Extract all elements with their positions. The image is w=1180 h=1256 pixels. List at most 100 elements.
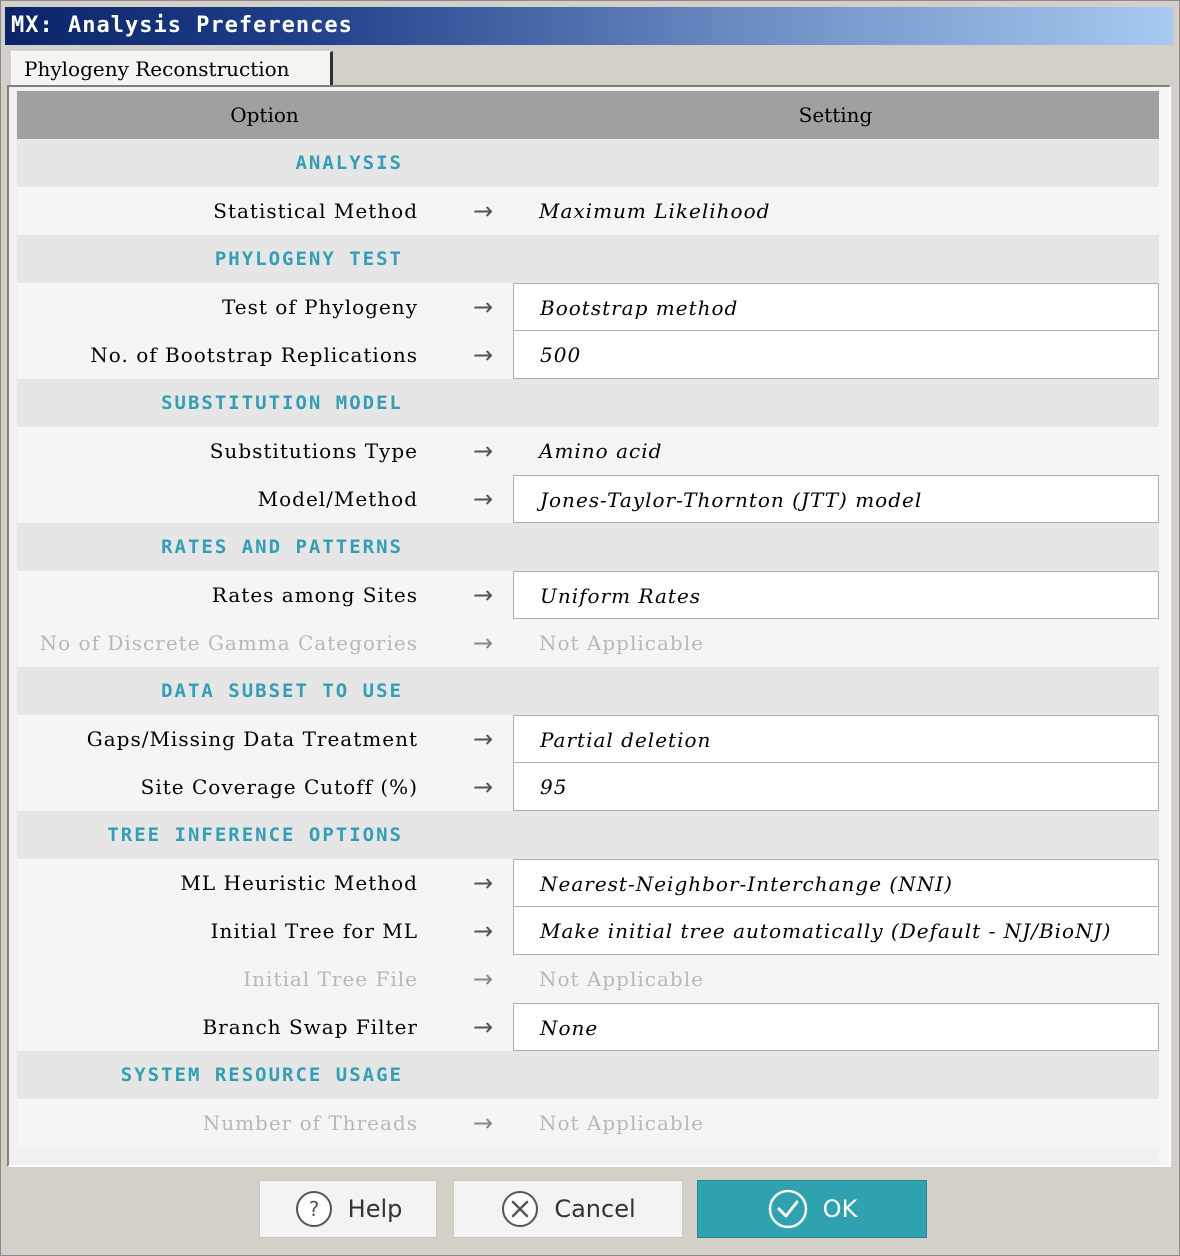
section-phylogeny-test: PHYLOGENY TEST — [17, 235, 1159, 283]
arrow-right-icon: → — [473, 1109, 494, 1137]
option-row-initial-tree-file: Initial Tree File → Not Applicable — [17, 955, 1159, 1003]
grid-header: Option Setting — [17, 91, 1159, 139]
arrow-right-icon: → — [473, 917, 494, 945]
option-label: Branch Swap Filter — [202, 1015, 418, 1039]
setting-value: Amino acid — [539, 439, 663, 463]
setting-value: Not Applicable — [539, 631, 704, 655]
arrow-right-icon: → — [473, 581, 494, 609]
option-label: Site Coverage Cutoff (%) — [140, 775, 418, 799]
help-label: Help — [347, 1195, 403, 1223]
setting-value: 95 — [540, 775, 568, 799]
option-row-ml-heuristic-method: ML Heuristic Method → Nearest-Neighbor-Int… — [17, 859, 1159, 907]
section-label: TREE INFERENCE OPTIONS — [107, 824, 403, 846]
scroll-gutter — [1159, 87, 1169, 1165]
option-row-site-coverage-cutoff: Site Coverage Cutoff (%) → 95 — [17, 763, 1159, 811]
setting-value: Partial deletion — [540, 728, 712, 752]
option-label: Model/Method — [257, 487, 418, 511]
cancel-button[interactable]: Cancel — [453, 1180, 683, 1238]
tab-phylogeny-reconstruction[interactable]: Phylogeny Reconstruction — [11, 51, 333, 89]
setting-value: 500 — [540, 343, 582, 367]
window-title: MX: Analysis Preferences — [5, 7, 1173, 45]
setting-field[interactable]: 95 — [513, 763, 1159, 811]
tab-bar: Phylogeny Reconstruction — [7, 47, 1167, 89]
arrow-right-icon: → — [473, 341, 494, 369]
section-label: SUBSTITUTION MODEL — [161, 392, 403, 414]
options-grid: Option Setting ANALYSIS Statistical Metho… — [17, 91, 1159, 1147]
check-icon — [767, 1188, 809, 1230]
arrow-right-icon: → — [473, 773, 494, 801]
cancel-label: Cancel — [554, 1195, 636, 1223]
arrow-right-icon: → — [473, 629, 494, 657]
setting-value: Not Applicable — [539, 967, 704, 991]
ok-button[interactable]: OK — [697, 1180, 927, 1238]
setting-value: Nearest-Neighbor-Interchange (NNI) — [540, 872, 953, 896]
setting-field[interactable]: 500 — [513, 331, 1159, 379]
option-row-gaps-missing-data-treatment: Gaps/Missing Data Treatment → Partial dele… — [17, 715, 1159, 763]
setting-value: Jones-Taylor-Thornton (JTT) model — [540, 488, 923, 512]
setting-field[interactable]: Nearest-Neighbor-Interchange (NNI) — [513, 859, 1159, 907]
arrow-right-icon: → — [473, 485, 494, 513]
setting-field[interactable]: Partial deletion — [513, 715, 1159, 763]
section-tree-inference-options: TREE INFERENCE OPTIONS — [17, 811, 1159, 859]
help-button[interactable]: ? Help — [259, 1180, 437, 1238]
arrow-right-icon: → — [473, 965, 494, 993]
arrow-right-icon: → — [473, 869, 494, 897]
arrow-right-icon: → — [473, 293, 494, 321]
setting-value: None — [540, 1016, 599, 1040]
option-row-statistical-method: Statistical Method → Maximum Likelihood — [17, 187, 1159, 235]
arrow-right-icon: → — [473, 1013, 494, 1041]
option-label: Initial Tree for ML — [210, 919, 418, 943]
option-row-number-of-threads: Number of Threads → Not Applicable — [17, 1099, 1159, 1147]
setting-value: Bootstrap method — [540, 296, 739, 320]
arrow-right-icon: → — [473, 197, 494, 225]
option-label: Initial Tree File — [243, 967, 418, 991]
header-option: Option — [230, 103, 299, 127]
ok-label: OK — [822, 1195, 858, 1223]
option-row-no-of-discrete-gamma-categories: No of Discrete Gamma Categories → Not Appl… — [17, 619, 1159, 667]
option-row-branch-swap-filter: Branch Swap Filter → None — [17, 1003, 1159, 1051]
setting-field[interactable]: Bootstrap method — [513, 283, 1159, 331]
option-label: Substitutions Type — [209, 439, 418, 463]
svg-text:?: ? — [308, 1197, 319, 1221]
option-row-model-method: Model/Method → Jones-Taylor-Thornton (JTT)… — [17, 475, 1159, 523]
option-label: No of Discrete Gamma Categories — [39, 631, 418, 655]
section-label: PHYLOGENY TEST — [214, 248, 403, 270]
section-label: SYSTEM RESOURCE USAGE — [120, 1064, 403, 1086]
setting-value: Make initial tree automatically (Default… — [540, 919, 1112, 943]
grid-rows: ANALYSIS Statistical Method → Maximum Likel… — [17, 139, 1159, 1147]
option-row-no-of-bootstrap-replications: No. of Bootstrap Replications → 500 — [17, 331, 1159, 379]
header-setting: Setting — [798, 103, 873, 127]
setting-field[interactable]: Uniform Rates — [513, 571, 1159, 619]
close-icon — [500, 1189, 540, 1229]
section-label: ANALYSIS — [295, 152, 403, 174]
arrow-right-icon: → — [473, 437, 494, 465]
option-label: Statistical Method — [213, 199, 418, 223]
setting-field[interactable]: None — [513, 1003, 1159, 1051]
section-rates-and-patterns: RATES AND PATTERNS — [17, 523, 1159, 571]
section-label: RATES AND PATTERNS — [161, 536, 403, 558]
preferences-panel: Option Setting ANALYSIS Statistical Metho… — [7, 85, 1171, 1167]
option-label: Gaps/Missing Data Treatment — [86, 727, 418, 751]
option-row-substitutions-type: Substitutions Type → Amino acid — [17, 427, 1159, 475]
setting-value: Not Applicable — [539, 1111, 704, 1135]
option-label: Number of Threads — [202, 1111, 418, 1135]
option-row-initial-tree-for-ml: Initial Tree for ML → Make initial tree au… — [17, 907, 1159, 955]
option-label: Rates among Sites — [211, 583, 418, 607]
setting-field[interactable]: Jones-Taylor-Thornton (JTT) model — [513, 475, 1159, 523]
section-analysis: ANALYSIS — [17, 139, 1159, 187]
option-label: No. of Bootstrap Replications — [90, 343, 418, 367]
option-label: ML Heuristic Method — [180, 871, 418, 895]
analysis-preferences-dialog: MX: Analysis Preferences Phylogeny Recon… — [0, 0, 1180, 1256]
setting-field[interactable]: Make initial tree automatically (Default… — [513, 907, 1159, 955]
setting-value: Maximum Likelihood — [539, 199, 771, 223]
option-row-test-of-phylogeny: Test of Phylogeny → Bootstrap method — [17, 283, 1159, 331]
section-label: DATA SUBSET TO USE — [161, 680, 403, 702]
section-substitution-model: SUBSTITUTION MODEL — [17, 379, 1159, 427]
section-system-resource-usage: SYSTEM RESOURCE USAGE — [17, 1051, 1159, 1099]
option-row-rates-among-sites: Rates among Sites → Uniform Rates — [17, 571, 1159, 619]
help-icon: ? — [294, 1189, 334, 1229]
arrow-right-icon: → — [473, 725, 494, 753]
setting-value: Uniform Rates — [540, 584, 702, 608]
section-data-subset-to-use: DATA SUBSET TO USE — [17, 667, 1159, 715]
option-label: Test of Phylogeny — [222, 295, 418, 319]
